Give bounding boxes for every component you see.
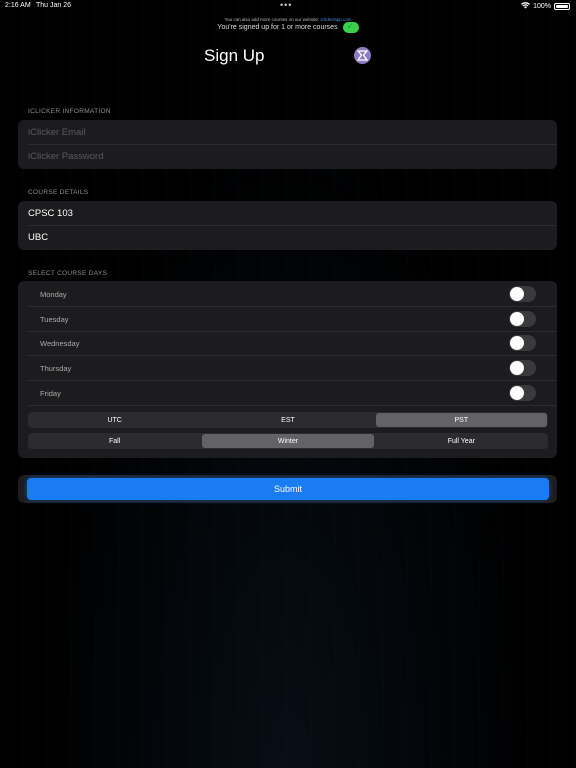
banner-subtext-prefix: You can also add more courses on our web… [224,17,320,22]
email-placeholder: iClicker Email [28,126,86,138]
status-right: 100% [521,2,570,11]
battery-icon [554,3,570,10]
status-date: Thu Jan 26 [36,2,72,9]
day-label: Thursday [40,364,72,373]
days-section-label: SELECT COURSE DAYS [28,270,108,277]
segment-fall[interactable]: Fall [29,434,200,448]
day-row-thursday: Thursday [18,356,557,381]
day-row-friday: Friday [18,381,557,406]
cloud-check-icon [342,21,359,33]
day-row-wednesday: Wednesday [18,331,557,356]
days-card: Monday Tuesday Wednesday Thursday Friday… [18,281,557,458]
email-field[interactable]: iClicker Email [18,120,557,145]
day-row-monday: Monday [18,282,557,307]
segment-est[interactable]: EST [202,413,373,427]
battery-percent: 100% [533,3,551,10]
tuesday-toggle[interactable] [509,311,536,327]
iclicker-section-label: ICLICKER INFORMATION [28,108,111,115]
segment-winter[interactable]: Winter [202,434,374,448]
friday-toggle[interactable] [509,385,536,401]
wednesday-toggle[interactable] [509,335,536,351]
app-logo-icon[interactable] [354,47,371,64]
course-card: CPSC 103 UBC [18,201,557,250]
segment-pst[interactable]: PST [375,413,547,427]
school-field[interactable]: UBC [18,226,557,251]
divider [28,404,557,406]
page-title: Sign Up [204,46,265,65]
wifi-icon [521,2,531,11]
toggle-knob [510,361,524,375]
website-link[interactable]: iclickerapp.com [320,17,351,22]
school-value: UBC [28,232,49,244]
multitasking-dots[interactable]: ••• [280,0,292,10]
password-field[interactable]: iClicker Password [18,145,557,170]
timezone-segmented-control: UTC EST PST [28,412,548,428]
monday-toggle[interactable] [509,286,536,302]
status-time: 2:16 AM [5,2,31,9]
status-bar: 2:16 AM Thu Jan 26 ••• 100% [0,0,576,14]
day-label: Wednesday [40,339,80,348]
day-label: Tuesday [40,315,69,324]
term-segmented-control: Fall Winter Full Year [28,433,548,449]
course-section-label: COURSE DETAILS [28,189,89,196]
day-label: Friday [40,389,61,398]
segment-full-year[interactable]: Full Year [376,434,547,448]
submit-button[interactable]: Submit [27,478,549,500]
toggle-knob [510,386,524,400]
banner-text: You're signed up for 1 or more courses [217,24,338,31]
course-value: CPSC 103 [28,207,73,219]
toggle-knob [510,287,524,301]
course-field[interactable]: CPSC 103 [18,201,557,226]
banner-message: You're signed up for 1 or more courses [217,21,359,33]
toggle-knob [510,312,524,326]
day-row-tuesday: Tuesday [18,307,557,332]
iclicker-card: iClicker Email iClicker Password [18,120,557,169]
toggle-knob [510,336,524,350]
password-placeholder: iClicker Password [28,151,104,163]
thursday-toggle[interactable] [509,360,536,376]
day-label: Monday [40,290,67,299]
banner-subtext: You can also add more courses on our web… [0,17,576,22]
segment-utc[interactable]: UTC [29,413,200,427]
